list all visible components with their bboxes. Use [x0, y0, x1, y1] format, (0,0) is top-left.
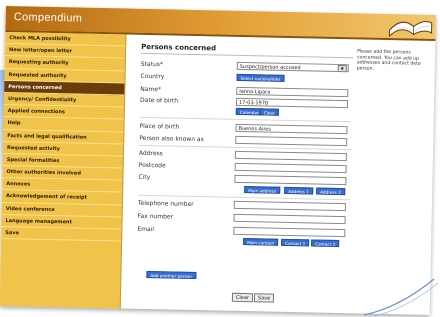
main-address-button[interactable]: Main address	[244, 186, 281, 194]
name-label: Name*	[140, 85, 162, 94]
postcode-field[interactable]	[234, 162, 347, 174]
form-panel: Persons concerned Status* Suspect/person…	[124, 39, 354, 310]
address-1-button[interactable]: Address 1	[284, 186, 313, 195]
telephone-field[interactable]	[233, 200, 346, 212]
dob-field[interactable]: 17-03-1978	[235, 97, 349, 109]
city-field[interactable]	[234, 174, 347, 186]
country-label: Country	[140, 72, 165, 81]
chevron-down-icon[interactable]: ▼	[337, 64, 347, 73]
add-person-button[interactable]: Add another person	[146, 271, 196, 280]
decorative-swoosh	[363, 278, 439, 317]
pob-label: Place of birth	[139, 122, 180, 131]
contact-1-button[interactable]: Contact 1	[281, 238, 310, 247]
postcode-label: Postcode	[138, 161, 166, 170]
app-window: Compendium Check MLA possibility New let…	[0, 6, 436, 315]
fax-field[interactable]	[233, 213, 346, 225]
pob-field[interactable]: Buenos Aires	[235, 123, 348, 135]
section-divider	[139, 144, 352, 151]
aka-label: Person also known as	[139, 134, 204, 144]
sidebar-nav: Check MLA possibility New letter/open le…	[0, 31, 127, 309]
aka-field[interactable]	[235, 135, 348, 147]
address-2-button[interactable]: Address 2	[316, 187, 345, 196]
app-title: Compendium	[13, 11, 83, 25]
contact-2-button[interactable]: Contact 2	[311, 239, 340, 248]
sidebar-item-save[interactable]: Save	[1, 226, 122, 242]
address-label: Address	[138, 149, 163, 158]
help-text: Please add the persons concerned. You ca…	[356, 49, 421, 72]
section-divider	[139, 116, 352, 123]
city-label: City	[138, 173, 151, 182]
email-field[interactable]	[233, 226, 346, 238]
page-title: Persons concerned	[141, 42, 217, 53]
address-field[interactable]	[234, 150, 347, 162]
fax-label: Fax number	[137, 212, 174, 221]
main-contact-button[interactable]: Main contact	[243, 238, 279, 246]
dob-label: Date of birth	[139, 96, 179, 105]
book-icon	[388, 20, 433, 38]
clear-button[interactable]: Clear	[231, 292, 254, 303]
status-label: Status*	[140, 60, 164, 69]
dob-clear-button[interactable]: Clear	[259, 108, 279, 116]
email-label: Email	[137, 225, 155, 234]
section-divider	[138, 194, 351, 201]
select-nationalities-button[interactable]: Select nationalities	[236, 73, 285, 82]
status-select[interactable]: Suspect/person accused ▼	[236, 61, 349, 73]
save-button[interactable]: Save	[253, 293, 275, 303]
status-value: Suspect/person accused	[239, 63, 301, 72]
telephone-label: Telephone number	[137, 199, 194, 208]
name-field[interactable]: Ianna Lipara	[236, 86, 349, 98]
title-divider	[141, 52, 354, 59]
calendar-button[interactable]: Calendar	[235, 107, 263, 116]
